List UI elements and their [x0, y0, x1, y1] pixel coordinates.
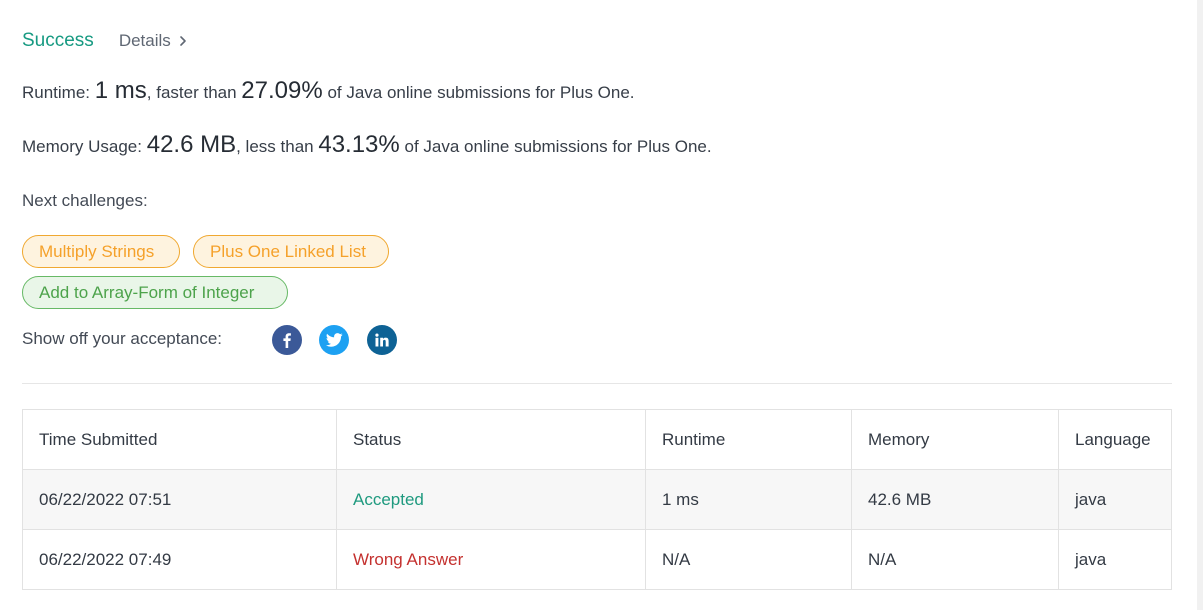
memory-percent: 43.13%: [318, 131, 400, 158]
section-divider: [22, 383, 1172, 384]
runtime-stat: Runtime: 1 ms, faster than 27.09% of Jav…: [22, 77, 635, 105]
challenge-tag-add-to-array-form[interactable]: Add to Array-Form of Integer: [22, 276, 288, 309]
column-header-time[interactable]: Time Submitted: [22, 409, 337, 470]
challenge-tag-plus-one-linked-list[interactable]: Plus One Linked List: [193, 235, 389, 268]
runtime-percent: 27.09%: [241, 77, 323, 104]
cell-time: 06/22/2022 07:51: [22, 469, 337, 530]
cell-language: java: [1058, 529, 1172, 590]
share-label: Show off your acceptance:: [22, 329, 223, 348]
runtime-label: Runtime:: [22, 83, 91, 102]
cell-language: java: [1058, 469, 1172, 530]
memory-comparison: , less than: [236, 137, 314, 156]
submissions-table: Time Submitted Status Runtime Memory Lan…: [22, 409, 1172, 590]
memory-stat: Memory Usage: 42.6 MB, less than 43.13% …: [22, 131, 712, 159]
memory-label: Memory Usage:: [22, 137, 142, 156]
next-challenges-label: Next challenges:: [22, 191, 148, 210]
details-link[interactable]: Details: [119, 31, 187, 51]
column-header-runtime[interactable]: Runtime: [645, 409, 852, 470]
memory-suffix: of Java online submissions for Plus One.: [404, 137, 712, 156]
facebook-icon[interactable]: [272, 325, 302, 355]
cell-runtime: 1 ms: [645, 469, 852, 530]
result-header: Success Details: [22, 28, 187, 54]
scrollbar[interactable]: [1197, 0, 1203, 610]
column-header-memory[interactable]: Memory: [851, 409, 1059, 470]
cell-memory: N/A: [851, 529, 1059, 590]
chevron-right-icon: [179, 35, 187, 47]
cell-status-accepted[interactable]: Accepted: [336, 469, 646, 530]
challenge-tag-multiply-strings[interactable]: Multiply Strings: [22, 235, 180, 268]
result-status: Success: [22, 30, 94, 51]
column-header-language[interactable]: Language: [1058, 409, 1172, 470]
runtime-comparison: , faster than: [146, 83, 237, 102]
cell-status-wrong-answer[interactable]: Wrong Answer: [336, 529, 646, 590]
table-row[interactable]: 06/22/2022 07:51 Accepted 1 ms 42.6 MB j…: [22, 469, 1172, 530]
linkedin-icon[interactable]: [367, 325, 397, 355]
cell-runtime: N/A: [645, 529, 852, 590]
table-header-row: Time Submitted Status Runtime Memory Lan…: [22, 409, 1172, 470]
memory-value: 42.6 MB: [146, 131, 237, 158]
details-label: Details: [118, 31, 171, 50]
runtime-suffix: of Java online submissions for Plus One.: [327, 83, 635, 102]
runtime-value: 1 ms: [94, 77, 147, 104]
table-row[interactable]: 06/22/2022 07:49 Wrong Answer N/A N/A ja…: [22, 529, 1172, 590]
cell-memory: 42.6 MB: [851, 469, 1059, 530]
column-header-status[interactable]: Status: [336, 409, 646, 470]
twitter-icon[interactable]: [319, 325, 349, 355]
cell-time: 06/22/2022 07:49: [22, 529, 337, 590]
